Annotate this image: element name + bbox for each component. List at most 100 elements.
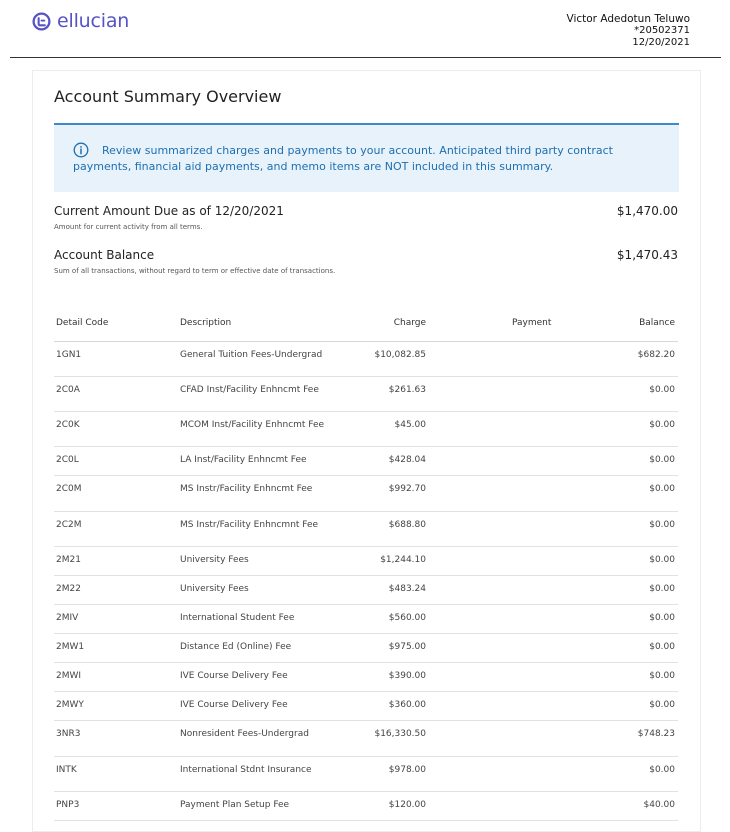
table-header: Detail Code Description Charge Payment B… bbox=[54, 311, 678, 342]
cell-balance: $0.00 bbox=[649, 385, 675, 395]
cell-detail-code: 2C0K bbox=[56, 420, 80, 430]
cell-description: Distance Ed (Online) Fee bbox=[180, 642, 292, 652]
table-row: 2M21 University Fees $1,244.10 $0.00 bbox=[54, 547, 678, 576]
user-id: *20502371 bbox=[634, 25, 690, 36]
cell-balance: $0.00 bbox=[649, 520, 675, 530]
cell-detail-code: 1GN1 bbox=[56, 350, 82, 360]
brand-logo[interactable]: ellucian bbox=[32, 10, 129, 32]
cell-description: MS Instr/Facility Enhncmt Fee bbox=[180, 484, 313, 494]
cell-detail-code: 2M22 bbox=[56, 584, 81, 594]
transactions-table: Detail Code Description Charge Payment B… bbox=[54, 311, 678, 821]
cell-description: MCOM Inst/Facility Enhncmt Fee bbox=[180, 420, 325, 430]
cell-balance: $0.00 bbox=[649, 765, 675, 775]
cell-balance: $0.00 bbox=[649, 555, 675, 565]
table-row: 3NR3 Nonresident Fees-Undergrad $16,330.… bbox=[54, 721, 678, 757]
cell-description: CFAD Inst/Facility Enhncmt Fee bbox=[180, 385, 319, 395]
header-divider bbox=[10, 57, 721, 58]
cell-detail-code: 2C0A bbox=[56, 385, 80, 395]
user-name: Victor Adedotun Teluwo bbox=[566, 13, 691, 25]
cell-description: LA Inst/Facility Enhncmt Fee bbox=[180, 455, 307, 465]
cell-detail-code: 3NR3 bbox=[56, 729, 81, 739]
cell-charge: $1,244.10 bbox=[380, 555, 426, 565]
cell-detail-code: 2MW1 bbox=[56, 642, 85, 652]
header-balance[interactable]: Balance bbox=[639, 318, 675, 328]
top-header: ellucian Victor Adedotun Teluwo *2050237… bbox=[0, 0, 730, 58]
cell-detail-code: 2C0L bbox=[56, 455, 79, 465]
cell-detail-code: 2MIV bbox=[56, 613, 79, 623]
current-due-amount: $1,470.00 bbox=[616, 204, 678, 218]
table-row: 2MWY IVE Course Delivery Fee $360.00 $0.… bbox=[54, 692, 678, 721]
cell-charge: $975.00 bbox=[388, 642, 426, 652]
cell-balance: $0.00 bbox=[649, 613, 675, 623]
cell-detail-code: 2MWY bbox=[56, 700, 84, 710]
table-row: 2C2M MS Instr/Facility Enhncmnt Fee $688… bbox=[54, 512, 678, 547]
header-payment[interactable]: Payment bbox=[512, 318, 551, 328]
table-row: 2C0M MS Instr/Facility Enhncmt Fee $992.… bbox=[54, 476, 678, 512]
cell-detail-code: 2M21 bbox=[56, 555, 81, 565]
cell-description: Nonresident Fees-Undergrad bbox=[180, 729, 309, 739]
cell-balance: $0.00 bbox=[649, 484, 675, 494]
cell-balance: $0.00 bbox=[649, 455, 675, 465]
current-due-subtext: Amount for current activity from all ter… bbox=[54, 223, 203, 231]
cell-charge: $483.24 bbox=[388, 584, 426, 594]
user-date: 12/20/2021 bbox=[632, 37, 690, 48]
cell-charge: $16,330.50 bbox=[374, 729, 426, 739]
balance-subtext: Sum of all transactions, without regard … bbox=[54, 267, 336, 275]
table-row: 2C0A CFAD Inst/Facility Enhncmt Fee $261… bbox=[54, 377, 678, 412]
cell-charge: $390.00 bbox=[388, 671, 426, 681]
brand-name: ellucian bbox=[57, 10, 130, 32]
cell-balance: $0.00 bbox=[649, 671, 675, 681]
table-row: 2MIV International Student Fee $560.00 $… bbox=[54, 605, 678, 634]
cell-description: IVE Course Delivery Fee bbox=[180, 671, 288, 681]
cell-balance: $40.00 bbox=[643, 800, 676, 810]
account-summary-card: Account Summary Overview Review summariz… bbox=[32, 70, 701, 832]
cell-description: University Fees bbox=[180, 584, 249, 594]
table-row: 2MWI IVE Course Delivery Fee $390.00 $0.… bbox=[54, 663, 678, 692]
table-row: 2C0K MCOM Inst/Facility Enhncmt Fee $45.… bbox=[54, 412, 678, 447]
cell-description: MS Instr/Facility Enhncmnt Fee bbox=[180, 520, 319, 530]
header-description[interactable]: Description bbox=[180, 318, 330, 328]
cell-detail-code: 2C0M bbox=[56, 484, 82, 494]
cell-balance: $0.00 bbox=[649, 642, 675, 652]
cell-charge: $45.00 bbox=[394, 420, 427, 430]
cell-charge: $688.80 bbox=[388, 520, 426, 530]
balance-label: Account Balance bbox=[54, 248, 155, 262]
info-banner: Review summarized charges and payments t… bbox=[54, 123, 679, 192]
cell-description: International Student Fee bbox=[180, 613, 295, 623]
balance-amount: $1,470.43 bbox=[616, 248, 678, 262]
table-row: 2MW1 Distance Ed (Online) Fee $975.00 $0… bbox=[54, 634, 678, 663]
cell-balance: $0.00 bbox=[649, 700, 675, 710]
cell-balance: $0.00 bbox=[649, 420, 675, 430]
cell-balance: $748.23 bbox=[637, 729, 675, 739]
cell-charge: $261.63 bbox=[388, 385, 426, 395]
cell-charge: $428.04 bbox=[388, 455, 426, 465]
user-info: Victor Adedotun Teluwo *20502371 12/20/2… bbox=[567, 13, 691, 49]
header-charge[interactable]: Charge bbox=[394, 318, 426, 328]
cell-detail-code: INTK bbox=[56, 765, 77, 775]
cell-description: International Stdnt Insurance bbox=[180, 765, 312, 775]
header-detail-code[interactable]: Detail Code bbox=[56, 318, 108, 328]
current-amount-due-row: Current Amount Due as of 12/20/2021 Amou… bbox=[54, 204, 678, 231]
table-row: INTK International Stdnt Insurance $978.… bbox=[54, 757, 678, 792]
cell-charge: $120.00 bbox=[388, 800, 426, 810]
cell-charge: $10,082.85 bbox=[374, 350, 426, 360]
current-due-label: Current Amount Due as of 12/20/2021 bbox=[54, 204, 284, 218]
account-balance-row: Account Balance Sum of all transactions,… bbox=[54, 248, 678, 275]
info-message: Review summarized charges and payments t… bbox=[73, 144, 613, 173]
table-row: 2C0L LA Inst/Facility Enhncmt Fee $428.0… bbox=[54, 447, 678, 476]
cell-description: University Fees bbox=[180, 555, 249, 565]
cell-detail-code: PNP3 bbox=[56, 800, 80, 810]
cell-balance: $0.00 bbox=[649, 584, 675, 594]
table-row: 2M22 University Fees $483.24 $0.00 bbox=[54, 576, 678, 605]
cell-detail-code: 2C2M bbox=[56, 520, 82, 530]
table-row: PNP3 Payment Plan Setup Fee $120.00 $40.… bbox=[54, 792, 678, 821]
cell-charge: $360.00 bbox=[388, 700, 426, 710]
cell-charge: $560.00 bbox=[388, 613, 426, 623]
ellucian-logo-icon bbox=[32, 11, 51, 31]
cell-charge: $992.70 bbox=[388, 484, 426, 494]
table-row: 1GN1 General Tuition Fees-Undergrad $10,… bbox=[54, 342, 678, 377]
cell-description: IVE Course Delivery Fee bbox=[180, 700, 288, 710]
cell-balance: $682.20 bbox=[637, 350, 675, 360]
cell-charge: $978.00 bbox=[388, 765, 426, 775]
cell-detail-code: 2MWI bbox=[56, 671, 82, 681]
